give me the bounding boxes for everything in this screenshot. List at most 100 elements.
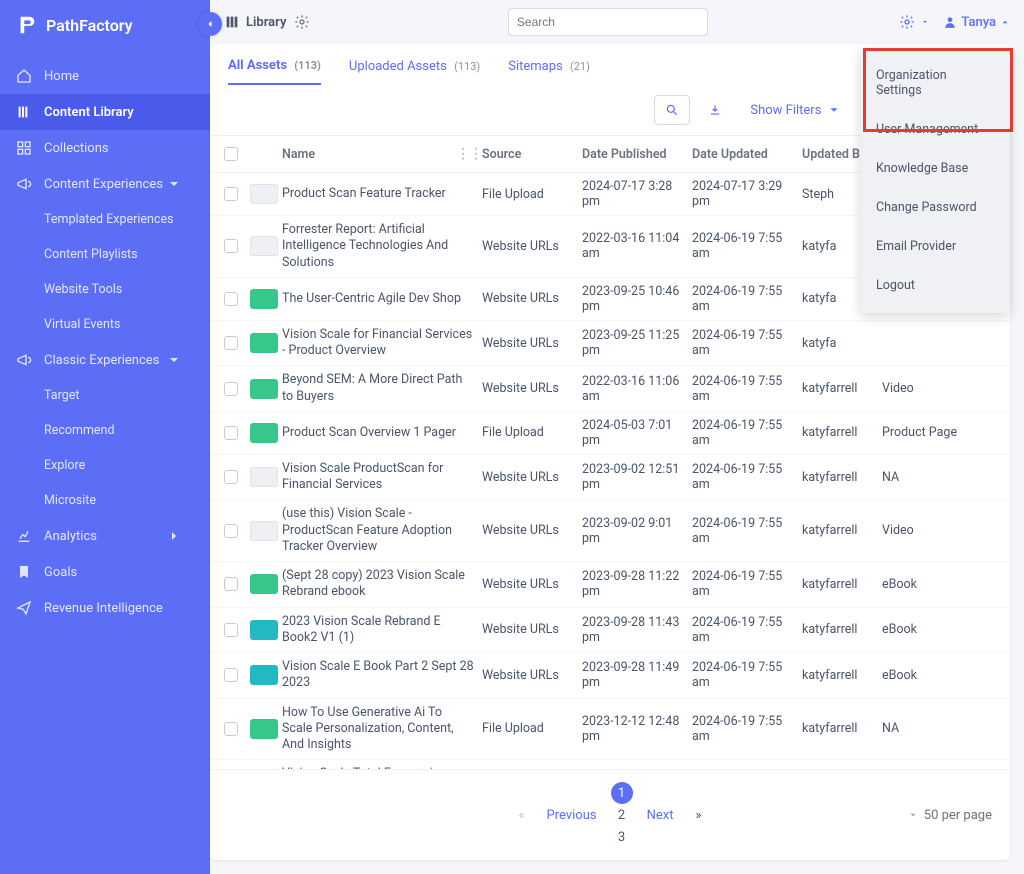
asset-name: Forrester Report: Artificial Intelligenc… — [282, 222, 482, 271]
asset-date-updated: 2024-06-19 7:55 am — [692, 418, 802, 448]
tab-count: (113) — [454, 60, 480, 73]
row-checkbox[interactable] — [224, 470, 238, 484]
table-row[interactable]: Vision Scale Total Economic Impact (TEI)… — [210, 760, 1010, 769]
brand-logo[interactable]: PathFactory — [0, 0, 210, 50]
asset-name: (Sept 28 copy) 2023 Vision Scale Rebrand… — [282, 568, 482, 601]
row-checkbox[interactable] — [224, 623, 238, 637]
download-button[interactable] — [700, 95, 730, 125]
asset-type: Video — [882, 523, 962, 538]
asset-type: eBook — [882, 622, 962, 637]
menu-item-logout[interactable]: Logout — [860, 266, 1010, 305]
row-checkbox[interactable] — [224, 524, 238, 538]
table-row[interactable]: Vision Scale ProductScan for Financial S… — [210, 455, 1010, 501]
table-row[interactable]: Product Scan Overview 1 PagerFile Upload… — [210, 412, 1010, 455]
sidebar-subitem-virtual-events[interactable]: Virtual Events — [0, 307, 210, 342]
row-checkbox[interactable] — [224, 336, 238, 350]
table-row[interactable]: Vision Scale E Book Part 2 Sept 28 2023W… — [210, 653, 1010, 699]
page-1[interactable]: 1 — [611, 782, 633, 804]
asset-thumbnail — [250, 423, 278, 443]
chevron-down-icon — [827, 103, 841, 117]
asset-date-updated: 2024-06-19 7:55 am — [692, 231, 802, 261]
menu-item-user-management[interactable]: User Management — [860, 110, 1010, 149]
menu-item-email-provider[interactable]: Email Provider — [860, 227, 1010, 266]
asset-thumbnail — [250, 719, 278, 739]
sidebar-subitem-explore[interactable]: Explore — [0, 448, 210, 483]
sidebar-item-home[interactable]: Home — [0, 58, 210, 94]
tab-label: Sitemaps — [508, 59, 563, 74]
sidebar-subitem-microsite[interactable]: Microsite — [0, 483, 210, 518]
asset-source: Website URLs — [482, 381, 582, 396]
asset-source: Website URLs — [482, 622, 582, 637]
sidebar-item-goals[interactable]: Goals — [0, 554, 210, 590]
drag-handle-icon[interactable]: ⋮⋮ — [456, 146, 482, 162]
search-input[interactable] — [508, 8, 708, 36]
menu-item-knowledge-base[interactable]: Knowledge Base — [860, 149, 1010, 188]
row-checkbox[interactable] — [224, 239, 238, 253]
sidebar-subitem-content-playlists[interactable]: Content Playlists — [0, 237, 210, 272]
col-name[interactable]: Name — [282, 147, 315, 162]
sidebar-subitem-templated-experiences[interactable]: Templated Experiences — [0, 202, 210, 237]
tab-uploaded-assets[interactable]: Uploaded Assets (113) — [349, 59, 480, 84]
asset-date-published: 2022-03-16 11:04 am — [582, 231, 692, 261]
tab-all-assets[interactable]: All Assets (113) — [228, 58, 321, 85]
page-3[interactable]: 3 — [611, 826, 633, 848]
asset-thumbnail — [250, 574, 278, 594]
table-row[interactable]: Beyond SEM: A More Direct Path to Buyers… — [210, 366, 1010, 412]
chevron-down-icon — [908, 810, 918, 820]
table-row[interactable]: 2023 Vision Scale Rebrand E Book2 V1 (1)… — [210, 608, 1010, 654]
menu-item-change-password[interactable]: Change Password — [860, 188, 1010, 227]
sidebar-subitem-recommend[interactable]: Recommend — [0, 413, 210, 448]
user-icon — [943, 15, 957, 29]
first-page-button[interactable]: « — [511, 804, 533, 826]
sidebar-item-collections[interactable]: Collections — [0, 130, 210, 166]
table-row[interactable]: How To Use Generative Ai To Scale Person… — [210, 699, 1010, 761]
asset-date-published: 2023-09-02 9:01 pm — [582, 516, 692, 546]
sidebar-item-analytics[interactable]: Analytics — [0, 518, 210, 554]
row-checkbox[interactable] — [224, 382, 238, 396]
tab-count: (113) — [294, 59, 321, 72]
col-date-published[interactable]: Date Published — [582, 147, 692, 162]
row-checkbox[interactable] — [224, 668, 238, 682]
tab-sitemaps[interactable]: Sitemaps (21) — [508, 59, 590, 84]
row-checkbox[interactable] — [224, 577, 238, 591]
sidebar-collapse-button[interactable] — [198, 12, 222, 36]
row-checkbox[interactable] — [224, 187, 238, 201]
chevron-up-icon — [1000, 17, 1010, 27]
asset-date-updated: 2024-06-19 7:55 am — [692, 516, 802, 546]
gear-icon[interactable] — [294, 14, 310, 30]
next-page-button[interactable]: Next — [647, 808, 674, 823]
prev-page-button[interactable]: Previous — [547, 808, 597, 823]
sidebar-item-revenue-intelligence[interactable]: Revenue Intelligence — [0, 590, 210, 626]
nav-label: Classic Experiences — [44, 353, 159, 368]
nav-label: Analytics — [44, 529, 97, 544]
sidebar-item-classic-experiences[interactable]: Classic Experiences — [0, 342, 210, 378]
asset-source: Website URLs — [482, 336, 582, 351]
row-checkbox[interactable] — [224, 292, 238, 306]
sidebar-subitem-website-tools[interactable]: Website Tools — [0, 272, 210, 307]
table-row[interactable]: (Sept 28 copy) 2023 Vision Scale Rebrand… — [210, 562, 1010, 608]
pagination: « Previous 123 Next » 50 per page — [210, 769, 1010, 860]
settings-gear-icon[interactable] — [899, 14, 915, 30]
sidebar-subitem-target[interactable]: Target — [0, 378, 210, 413]
sidebar-item-content-experiences[interactable]: Content Experiences — [0, 166, 210, 202]
user-menu[interactable]: Tanya — [943, 15, 1010, 30]
show-filters-button[interactable]: Show Filters — [740, 95, 851, 125]
last-page-button[interactable]: » — [687, 804, 709, 826]
sidebar-item-content-library[interactable]: Content Library — [0, 94, 210, 130]
table-row[interactable]: Vision Scale for Financial Services - Pr… — [210, 321, 1010, 367]
asset-date-published: 2023-09-02 12:51 pm — [582, 462, 692, 492]
asset-date-updated: 2024-06-19 7:55 am — [692, 284, 802, 314]
per-page-select[interactable]: 50 per page — [908, 808, 992, 823]
select-all-checkbox[interactable] — [224, 147, 238, 161]
nav-label: Goals — [44, 565, 77, 580]
col-date-updated[interactable]: Date Updated — [692, 147, 802, 162]
menu-item-organization-settings[interactable]: Organization Settings — [860, 56, 1010, 110]
row-checkbox[interactable] — [224, 722, 238, 736]
col-source[interactable]: Source — [482, 147, 582, 162]
search-button[interactable] — [654, 95, 690, 125]
table-row[interactable]: (use this) Vision Scale - ProductScan Fe… — [210, 500, 1010, 562]
tab-count: (21) — [570, 60, 590, 73]
library-icon — [16, 104, 32, 120]
page-2[interactable]: 2 — [611, 804, 633, 826]
row-checkbox[interactable] — [224, 426, 238, 440]
